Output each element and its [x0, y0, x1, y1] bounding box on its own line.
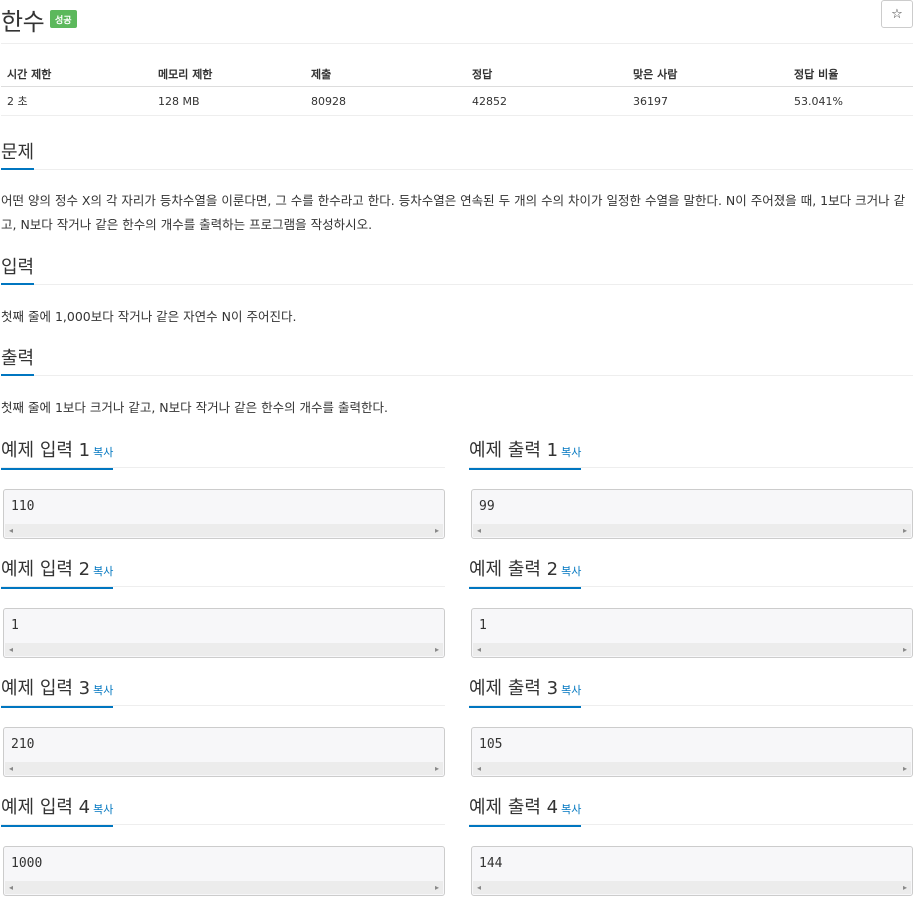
column-header: 정답: [466, 61, 627, 87]
sample-output-title: 예제 출력 3: [469, 678, 559, 699]
scroll-left-icon[interactable]: ◂: [9, 643, 13, 656]
horizontal-scrollbar[interactable]: ◂ ▸: [5, 881, 443, 894]
copy-button[interactable]: 복사: [93, 446, 113, 459]
scroll-left-icon[interactable]: ◂: [477, 881, 481, 894]
column-header: 메모리 제한: [152, 61, 305, 87]
scroll-right-icon[interactable]: ▸: [903, 524, 907, 537]
sample-output-header: 예제 출력 3 복사: [469, 677, 913, 708]
sample-output-box[interactable]: 1 ◂ ▸: [471, 608, 913, 658]
sample-input-header: 예제 입력 1 복사: [1, 439, 445, 470]
sample-input-value: 1000: [11, 856, 43, 871]
scroll-left-icon[interactable]: ◂: [477, 524, 481, 537]
copy-button[interactable]: 복사: [93, 565, 113, 578]
sample-input-box[interactable]: 1 ◂ ▸: [3, 608, 445, 658]
scroll-right-icon[interactable]: ▸: [903, 643, 907, 656]
scroll-right-icon[interactable]: ▸: [435, 881, 439, 894]
output-section-header: 출력: [1, 347, 913, 376]
scroll-left-icon[interactable]: ◂: [9, 881, 13, 894]
sample-output-title: 예제 출력 1: [469, 440, 559, 461]
problem-info-table: 시간 제한 메모리 제한 제출 정답 맞은 사람 정답 비율 2 초 128 M…: [1, 61, 913, 116]
output-title: 출력: [1, 347, 35, 376]
table-cell: 128 MB: [152, 86, 305, 116]
sample-output-box[interactable]: 105 ◂ ▸: [471, 727, 913, 777]
column-header: 정답 비율: [788, 61, 913, 87]
sample-input-title: 예제 입력 1: [1, 440, 91, 461]
copy-button[interactable]: 복사: [561, 803, 581, 816]
copy-button[interactable]: 복사: [93, 803, 113, 816]
sample-output-value: 144: [479, 856, 503, 871]
table-header-row: 시간 제한 메모리 제한 제출 정답 맞은 사람 정답 비율: [1, 61, 913, 87]
scroll-right-icon[interactable]: ▸: [903, 762, 907, 775]
table-row: 2 초 128 MB 80928 42852 36197 53.041%: [1, 86, 913, 116]
horizontal-scrollbar[interactable]: ◂ ▸: [473, 524, 911, 537]
sample-input-value: 1: [11, 618, 19, 633]
sample-output-title: 예제 출력 4: [469, 797, 559, 818]
sample-output-header: 예제 출력 2 복사: [469, 558, 913, 589]
copy-button[interactable]: 복사: [561, 684, 581, 697]
scroll-left-icon[interactable]: ◂: [9, 762, 13, 775]
scroll-left-icon[interactable]: ◂: [477, 762, 481, 775]
input-text: 첫째 줄에 1,000보다 작거나 같은 자연수 N이 주어진다.: [1, 309, 297, 324]
sample-output-header: 예제 출력 1 복사: [469, 439, 913, 470]
table-cell: 80928: [305, 86, 466, 116]
sample-input-title: 예제 입력 3: [1, 678, 91, 699]
sample-input-header: 예제 입력 4 복사: [1, 796, 445, 827]
table-cell: 53.041%: [788, 86, 913, 116]
sample-input-header: 예제 입력 2 복사: [1, 558, 445, 589]
input-section-header: 입력: [1, 256, 913, 285]
sample-input-box[interactable]: 1000 ◂ ▸: [3, 846, 445, 896]
table-cell: 2 초: [1, 86, 152, 116]
sample-output-header: 예제 출력 4 복사: [469, 796, 913, 827]
description-title: 문제: [1, 141, 35, 170]
sample-input-header: 예제 입력 3 복사: [1, 677, 445, 708]
scroll-left-icon[interactable]: ◂: [9, 524, 13, 537]
status-badge: 성공: [50, 10, 77, 28]
sample-input-title: 예제 입력 2: [1, 559, 91, 580]
sample-output-title: 예제 출력 2: [469, 559, 559, 580]
sample-output-box[interactable]: 99 ◂ ▸: [471, 489, 913, 539]
sample-input-box[interactable]: 210 ◂ ▸: [3, 727, 445, 777]
column-header: 맞은 사람: [627, 61, 788, 87]
sample-output-value: 105: [479, 737, 503, 752]
sample-input-value: 210: [11, 737, 35, 752]
table-cell: 36197: [627, 86, 788, 116]
horizontal-scrollbar[interactable]: ◂ ▸: [473, 762, 911, 775]
input-title: 입력: [1, 256, 35, 285]
column-header: 시간 제한: [1, 61, 152, 87]
sample-input-title: 예제 입력 4: [1, 797, 91, 818]
table-cell: 42852: [466, 86, 627, 116]
star-button[interactable]: ☆: [881, 0, 913, 28]
sample-input-box[interactable]: 110 ◂ ▸: [3, 489, 445, 539]
scroll-right-icon[interactable]: ▸: [435, 762, 439, 775]
description-text: 어떤 양의 정수 X의 각 자리가 등차수열을 이룬다면, 그 수를 한수라고 …: [1, 193, 906, 232]
sample-output-box[interactable]: 144 ◂ ▸: [471, 846, 913, 896]
copy-button[interactable]: 복사: [93, 684, 113, 697]
column-header: 제출: [305, 61, 466, 87]
scroll-right-icon[interactable]: ▸: [435, 643, 439, 656]
copy-button[interactable]: 복사: [561, 565, 581, 578]
page-title: 한수: [1, 8, 45, 36]
output-text: 첫째 줄에 1보다 크거나 같고, N보다 작거나 같은 한수의 개수를 출력한…: [1, 400, 388, 415]
copy-button[interactable]: 복사: [561, 446, 581, 459]
horizontal-scrollbar[interactable]: ◂ ▸: [5, 524, 443, 537]
description-section-header: 문제: [1, 141, 913, 170]
sample-output-value: 1: [479, 618, 487, 633]
scroll-left-icon[interactable]: ◂: [477, 643, 481, 656]
horizontal-scrollbar[interactable]: ◂ ▸: [473, 643, 911, 656]
horizontal-scrollbar[interactable]: ◂ ▸: [5, 643, 443, 656]
problem-header: 한수 성공 ☆: [1, 0, 913, 44]
scroll-right-icon[interactable]: ▸: [903, 881, 907, 894]
scroll-right-icon[interactable]: ▸: [435, 524, 439, 537]
horizontal-scrollbar[interactable]: ◂ ▸: [5, 762, 443, 775]
horizontal-scrollbar[interactable]: ◂ ▸: [473, 881, 911, 894]
sample-input-value: 110: [11, 499, 35, 514]
sample-output-value: 99: [479, 499, 495, 514]
